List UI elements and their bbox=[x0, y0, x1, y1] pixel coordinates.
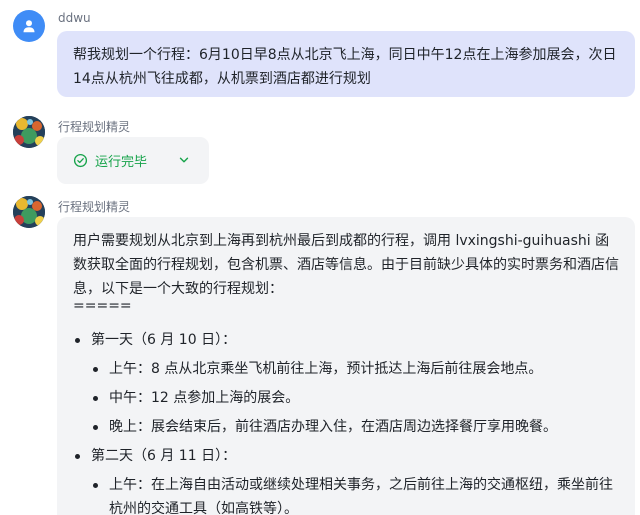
day-items: 上午：8 点从北京乘坐飞机前往上海，预计抵达上海后前往展会地点。 中午：12 点… bbox=[91, 357, 619, 439]
run-status-label: 运行完毕 bbox=[95, 155, 148, 170]
day-label: 第一天（6 月 10 日）： bbox=[91, 332, 237, 348]
bot-avatar[interactable] bbox=[13, 196, 45, 228]
itinerary-day: 第二天（6 月 11 日）： 上午：在上海自由活动或继续处理相关事务，之后前往上… bbox=[73, 444, 619, 515]
user-icon bbox=[23, 20, 35, 33]
chevron-down-icon[interactable] bbox=[178, 154, 190, 166]
bot-avatar[interactable] bbox=[13, 116, 45, 148]
reply-intro: 用户需要规划从北京到上海再到杭州最后到成都的行程，调用 lvxingshi-gu… bbox=[73, 233, 619, 297]
reply-message-bubble: 用户需要规划从北京到上海再到杭州最后到成都的行程，调用 lvxingshi-gu… bbox=[57, 217, 635, 515]
user-message-bubble: 帮我规划一个行程：6月10日早8点从北京飞上海，同日中午12点在上海参加展会，次… bbox=[57, 31, 635, 97]
itinerary-day: 第一天（6 月 10 日）： 上午：8 点从北京乘坐飞机前往上海，预计抵达上海后… bbox=[73, 328, 619, 439]
bot-avatar-image bbox=[13, 116, 45, 148]
itinerary-list: 第一天（6 月 10 日）： 上午：8 点从北京乘坐飞机前往上海，预计抵达上海后… bbox=[73, 328, 619, 515]
list-item: 上午：8 点从北京乘坐飞机前往上海，预计抵达上海后前往展会地点。 bbox=[91, 357, 619, 381]
check-circle-icon bbox=[73, 153, 88, 168]
user-avatar[interactable] bbox=[13, 10, 45, 42]
list-item: 上午：在上海自由活动或继续处理相关事务，之后前往上海的交通枢纽，乘坐前往杭州的交… bbox=[91, 473, 619, 515]
day-label: 第二天（6 月 11 日）： bbox=[91, 448, 237, 464]
list-item: 中午：12 点参加上海的展会。 bbox=[91, 386, 619, 410]
bot-avatar-image bbox=[13, 196, 45, 228]
user-sender-name: ddwu bbox=[58, 11, 91, 25]
bot-sender-name: 行程规划精灵 bbox=[58, 120, 131, 134]
bot-sender-name: 行程规划精灵 bbox=[58, 200, 131, 214]
run-status-card[interactable]: 运行完毕 bbox=[57, 137, 209, 184]
list-item: 晚上：展会结束后，前往酒店办理入住，在酒店周边选择餐厅享用晚餐。 bbox=[91, 415, 619, 439]
day-items: 上午：在上海自由活动或继续处理相关事务，之后前往上海的交通枢纽，乘坐前往杭州的交… bbox=[91, 473, 619, 515]
